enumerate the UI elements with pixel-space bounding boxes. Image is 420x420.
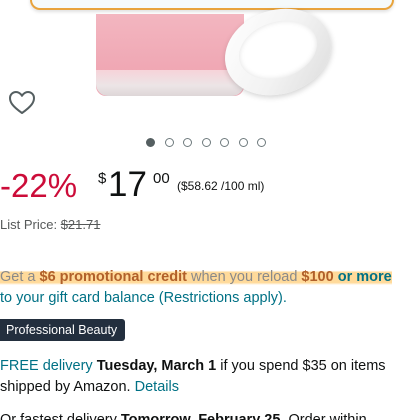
carousel-dot[interactable]: [146, 138, 155, 147]
product-image-carousel[interactable]: [0, 0, 420, 140]
carousel-dot[interactable]: [238, 138, 248, 147]
fastest-delivery-info: Or fastest delivery Tomorrow, February 2…: [0, 410, 420, 420]
promo-text: Get a: [0, 269, 40, 285]
list-price: List Price: $21.71: [0, 217, 100, 232]
free-delivery-label: FREE delivery: [0, 358, 93, 374]
product-jar-base: [96, 70, 244, 96]
price-currency: $: [98, 170, 107, 187]
carousel-dot[interactable]: [257, 138, 266, 147]
unit-price: ($58.62 /100 ml): [177, 179, 265, 193]
promo-gift-card-link[interactable]: to your gift card balance (Restrictions …: [0, 290, 287, 306]
professional-beauty-badge: Professional Beauty: [0, 319, 126, 341]
fastest-date: Tomorrow, February 25: [120, 412, 281, 420]
promo-credit: $6 promotional credit: [39, 269, 187, 285]
delivery-info: FREE delivery Tuesday, March 1 if you sp…: [0, 356, 420, 398]
delivery-details-link[interactable]: Details: [135, 379, 179, 395]
carousel-dot[interactable]: [220, 138, 229, 147]
promo-message[interactable]: Get a $6 promotional credit when you rel…: [0, 267, 410, 309]
list-price-value: $21.71: [60, 217, 101, 232]
promo-or-more: or more: [333, 269, 392, 285]
promo-amount: $100: [301, 269, 334, 285]
price-row: -22% $ 17 00 ($58.62 /100 ml): [0, 164, 420, 208]
list-price-label: List Price:: [0, 217, 58, 232]
carousel-dot[interactable]: [183, 138, 192, 147]
heart-outline-icon[interactable]: [8, 90, 36, 116]
carousel-dot[interactable]: [201, 138, 211, 147]
product-detail-view: -22% $ 17 00 ($58.62 /100 ml) List Price…: [0, 0, 420, 420]
price-whole: 17: [108, 165, 147, 204]
carousel-dots[interactable]: [0, 138, 420, 152]
price-fraction: 00: [153, 170, 170, 187]
fastest-suffix: . Order within: [280, 412, 367, 420]
fastest-prefix: Or fastest delivery: [0, 412, 121, 420]
search-bar[interactable]: [30, 0, 394, 10]
promo-text: when you reload: [186, 269, 302, 285]
delivery-date: Tuesday, March 1: [96, 358, 217, 374]
discount-percent: -22%: [0, 167, 78, 204]
carousel-dot[interactable]: [164, 138, 174, 147]
